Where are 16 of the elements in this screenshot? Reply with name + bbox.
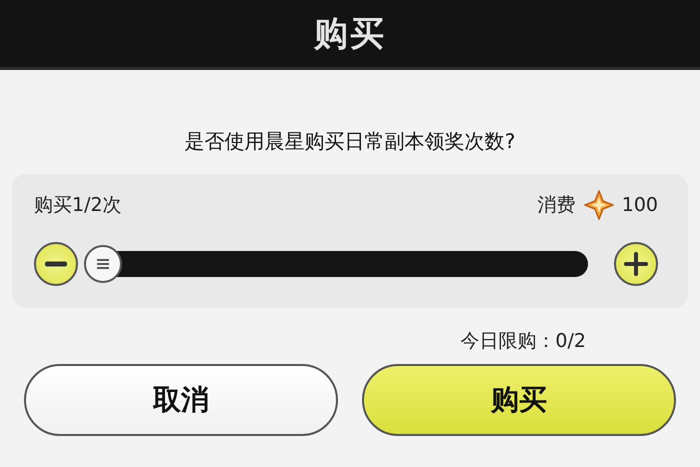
minus-icon (45, 261, 67, 267)
dialog-title: 购买 (314, 12, 386, 56)
grip-icon (97, 259, 109, 269)
plus-icon (624, 252, 648, 276)
cost-label: 消费 (538, 193, 576, 218)
cost-value: 100 (622, 194, 658, 216)
quantity-slider[interactable] (84, 245, 588, 283)
plus-button[interactable] (614, 242, 658, 286)
buy-button[interactable]: 购买 (362, 364, 676, 436)
question-text: 是否使用晨星购买日常副本领奖次数? (184, 128, 516, 155)
slider-thumb[interactable] (84, 245, 122, 283)
minus-button[interactable] (34, 242, 78, 286)
cancel-button[interactable]: 取消 (24, 364, 338, 436)
star-icon (584, 190, 614, 220)
count-label: 购买1/2次 (34, 193, 122, 218)
daily-limit-text: 今日限购：0/2 (460, 329, 586, 354)
